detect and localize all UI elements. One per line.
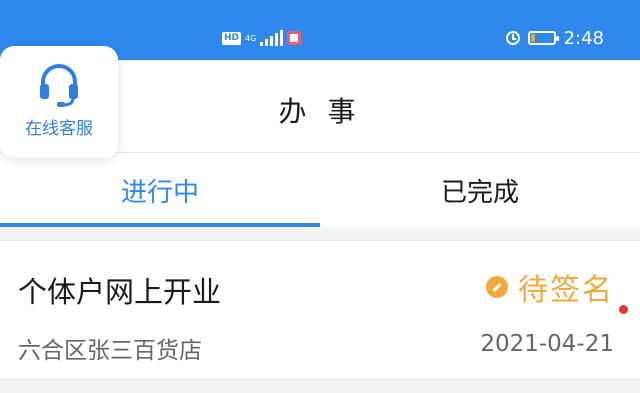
active-tab-indicator	[0, 223, 320, 227]
network-type: 4G	[245, 34, 256, 43]
unread-dot	[619, 305, 628, 314]
list-item[interactable]: 个体户网上开业 待签名 六合区张三百货店 2021-04-21	[0, 240, 640, 380]
item-date: 2021-04-21	[480, 331, 614, 357]
headset-icon	[40, 64, 78, 107]
tab-completed[interactable]: 已完成	[320, 153, 640, 227]
item-subtitle: 六合区张三百货店	[18, 338, 202, 364]
status-text: 待签名	[518, 273, 614, 308]
online-service-button[interactable]: 在线客服	[0, 46, 118, 158]
alarm-icon	[505, 31, 520, 45]
network-label: 4G	[245, 33, 257, 43]
clock: 2:48	[563, 27, 604, 49]
online-service-label: 在线客服	[25, 119, 93, 139]
hd-icon: HD	[222, 31, 242, 45]
pen-icon	[486, 276, 508, 298]
battery-level	[530, 34, 535, 42]
tab-in-progress[interactable]: 进行中	[0, 153, 320, 227]
item-title: 个体户网上开业	[18, 275, 222, 309]
status-badge: 待签名	[486, 265, 614, 309]
status-indicators: HD 4G	[222, 28, 302, 48]
tab-completed-label: 已完成	[440, 177, 519, 208]
signal-icon	[260, 30, 284, 46]
status-right: 2:48	[505, 27, 604, 49]
app-notification-icon	[287, 31, 302, 45]
tab-bar: 进行中 已完成	[0, 153, 640, 227]
battery-icon	[527, 31, 559, 45]
tab-in-progress-label: 进行中	[120, 177, 199, 208]
